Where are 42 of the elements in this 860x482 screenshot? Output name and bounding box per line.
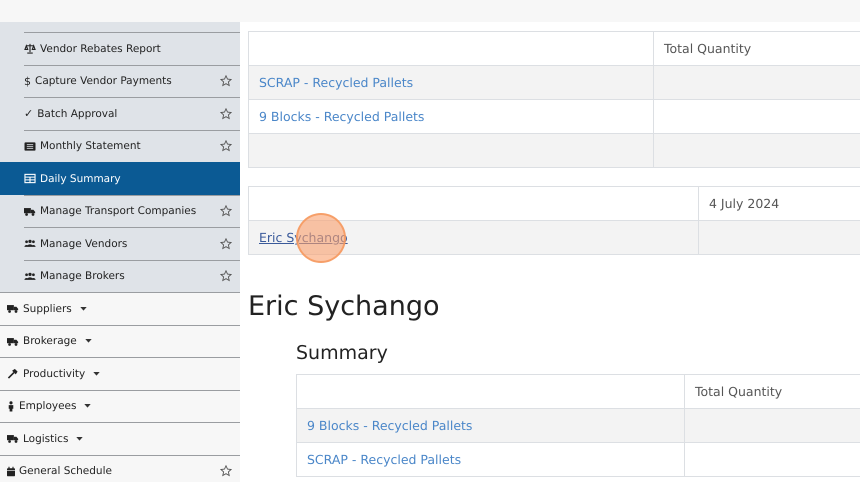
- list-icon: [24, 140, 36, 152]
- sidebar-item[interactable]: $ Capture Vendor Payments: [24, 64, 240, 97]
- star-icon[interactable]: [220, 465, 232, 478]
- caret-icon: [84, 339, 92, 344]
- sidebar-item[interactable]: Manage Vendors: [24, 227, 240, 260]
- sidebar-menu-item[interactable]: General Schedule: [0, 454, 240, 482]
- person-icon: [7, 400, 15, 412]
- calendar-icon: [7, 466, 15, 477]
- sidebar-item[interactable]: Vendor Rebates Report: [24, 32, 240, 64]
- hammer-icon: [7, 368, 19, 380]
- truck-icon: [7, 433, 19, 444]
- table-icon: [24, 173, 36, 184]
- sidebar-item[interactable]: ✓ Batch Approval: [24, 97, 240, 130]
- people-icon: [24, 270, 36, 282]
- sidebar-item[interactable]: Manage Transport Companies: [24, 194, 240, 227]
- truck-icon: [7, 303, 19, 314]
- star-icon[interactable]: [220, 205, 232, 218]
- truck-icon: [24, 206, 36, 217]
- row-link[interactable]: 9 Blocks - Recycled Pallets: [259, 109, 424, 124]
- sidebar-item[interactable]: Daily Summary: [0, 162, 240, 194]
- person-heading: Eric Sychango: [248, 291, 440, 322]
- star-icon[interactable]: [220, 270, 232, 282]
- sidebar-menu-item[interactable]: Employees: [0, 390, 240, 422]
- star-icon[interactable]: [220, 75, 232, 88]
- truck-icon: [7, 336, 19, 347]
- row-link[interactable]: Eric Sychango: [259, 230, 348, 245]
- sidebar-item[interactable]: Manage Brokers: [24, 260, 240, 292]
- sidebar-menu-item[interactable]: Logistics: [0, 422, 240, 454]
- sidebar-menu-item[interactable]: Suppliers: [0, 292, 240, 324]
- star-icon[interactable]: [220, 108, 232, 120]
- caret-icon: [84, 404, 92, 408]
- people-icon: [24, 238, 36, 250]
- scale-icon: [24, 43, 36, 54]
- sidebar-menu-item[interactable]: Brokerage: [0, 324, 240, 357]
- sidebar-menu-item[interactable]: Productivity: [0, 357, 240, 390]
- caret-icon: [93, 372, 100, 376]
- caret-icon: [76, 436, 84, 441]
- row-link[interactable]: SCRAP - Recycled Pallets: [307, 452, 462, 467]
- star-icon[interactable]: [220, 140, 232, 152]
- section-heading: Summary: [296, 342, 389, 364]
- star-icon[interactable]: [220, 238, 232, 250]
- caret-icon: [80, 306, 87, 311]
